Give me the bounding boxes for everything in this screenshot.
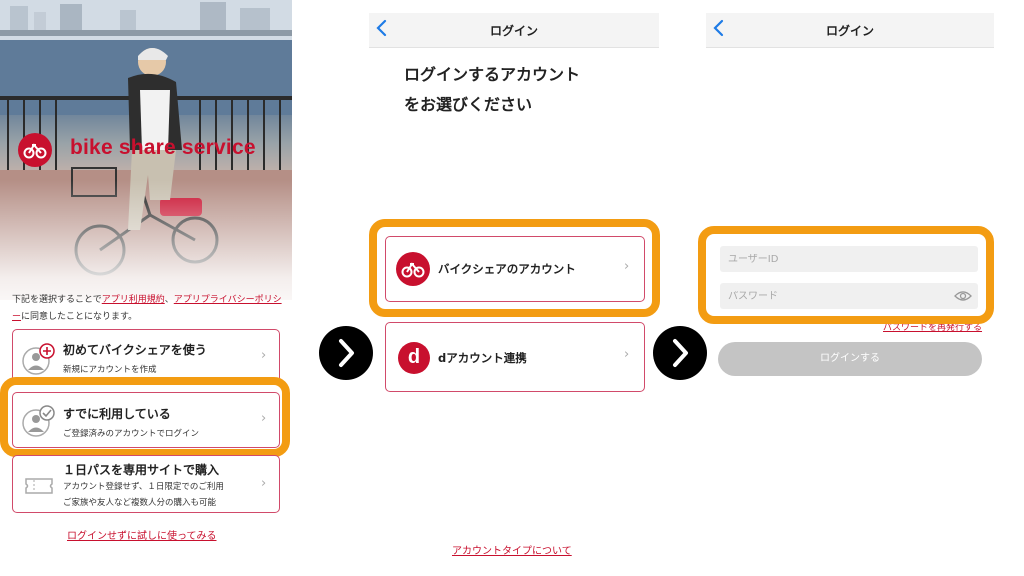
account-type-info-link[interactable]: アカウントタイプについて (452, 542, 572, 557)
option-subtitle: 新規にアカウントを作成 (63, 365, 157, 375)
welcome-screen: bike share service 下記を選択することでアプリ利用規約、アプリ… (0, 0, 292, 552)
option-subtitle-2: ご家族や友人など複数人分の購入も可能 (63, 498, 217, 508)
next-step-arrow (319, 326, 373, 380)
day-pass-option[interactable]: １日パスを専用サイトで購入 アカウント登録せず、１日限定でのご利用 ご家族や友人… (12, 455, 280, 513)
option-title: 初めてバイクシェアを使う (63, 343, 207, 357)
highlight-box (698, 226, 994, 324)
bike-share-logo-icon (18, 133, 52, 167)
login-button[interactable]: ログインする (718, 342, 982, 376)
terms-separator: 、 (164, 295, 174, 305)
page-heading-line1: ログインするアカウント (404, 65, 581, 84)
nav-title: ログイン (825, 24, 874, 38)
highlight-box (0, 377, 290, 457)
option-title: dアカウント連携 (438, 351, 527, 365)
highlight-box (369, 219, 660, 317)
terms-notice: 下記を選択することでアプリ利用規約、アプリプライバシーポリシーに同意したことにな… (12, 292, 286, 326)
chevron-right-icon (673, 339, 688, 367)
nav-title: ログイン (489, 24, 538, 38)
chevron-right-icon: › (624, 347, 630, 362)
option-subtitle: アカウント登録せず、１日限定でのご利用 (63, 482, 224, 492)
ticket-icon (25, 478, 53, 494)
navigation-bar: ログイン (706, 13, 994, 48)
chevron-right-icon: › (261, 476, 267, 491)
page-heading-line2: をお選びください (404, 95, 533, 114)
brand-name: bike share service (70, 136, 256, 159)
terms-prefix: 下記を選択することで (12, 295, 102, 305)
chevron-right-icon (339, 339, 354, 367)
try-without-login-link[interactable]: ログインせずに試しに使ってみる (67, 527, 217, 542)
navigation-bar: ログイン (369, 13, 659, 48)
d-account-option[interactable]: d dアカウント連携 › (385, 322, 645, 392)
d-logo-icon: d (398, 342, 430, 374)
chevron-right-icon: › (261, 348, 267, 363)
option-title: １日パスを専用サイトで購入 (63, 463, 220, 477)
terms-suffix: に同意したことになります。 (21, 312, 138, 322)
app-terms-link[interactable]: アプリ利用規約 (102, 295, 165, 305)
next-step-arrow (653, 326, 707, 380)
new-user-icon (22, 343, 55, 375)
